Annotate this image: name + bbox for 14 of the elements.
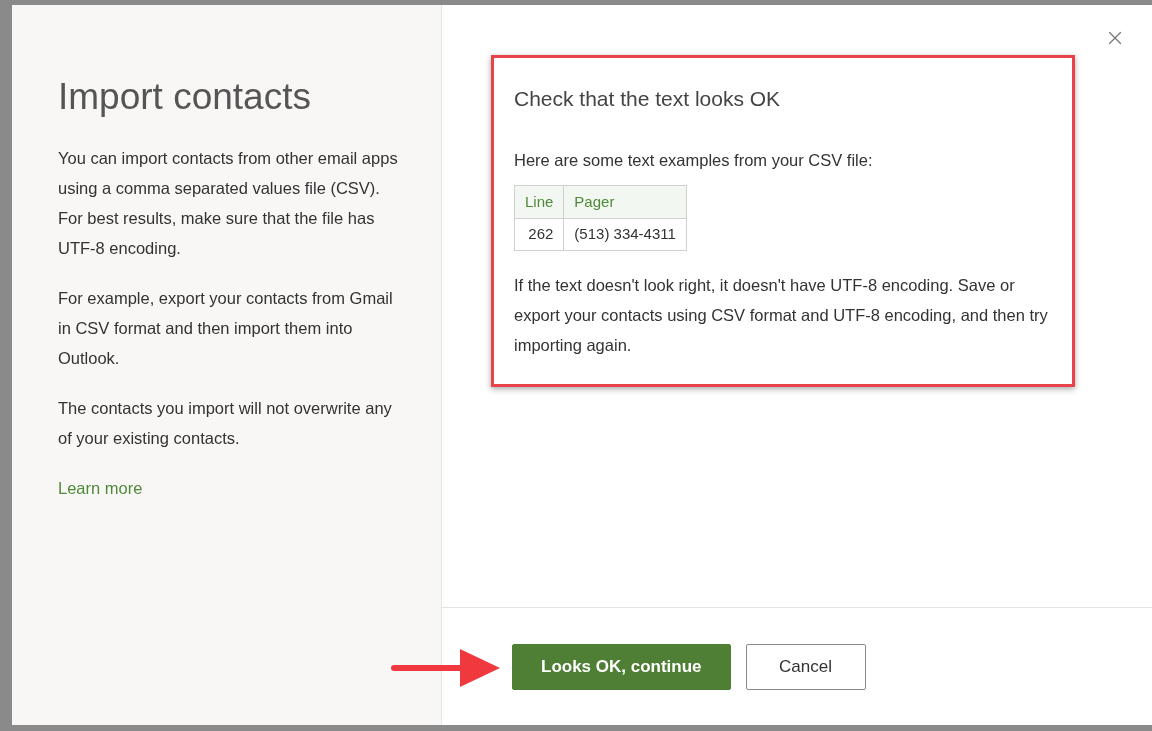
intro-text: Here are some text examples from your CSV file: [514, 150, 874, 171]
section-heading: Check that the text looks OK [514, 86, 782, 112]
description-text: You can import contacts from other email apps using a comma separated values file (CSV). For best results, make sure that the file has UTF-8 encoding. [58, 148, 399, 259]
description-text: The contacts you import will not overwrite any of your existing contacts. [58, 398, 393, 449]
column-header: Pager [563, 185, 687, 219]
learn-more-link[interactable]: Learn more [58, 479, 143, 497]
dialog-title: Import contacts [58, 75, 312, 119]
note-text: If the text doesn't look right, it doesn't have UTF-8 encoding. Save or export your contacts using CSV format and UTF-8 encoding, and then try importing again. [514, 275, 1049, 356]
table-cell: (513) 334-4311 [563, 218, 687, 251]
description-text: For example, export your contacts from Gmail in CSV format and then import them into Outlook. [58, 288, 394, 369]
cancel-button[interactable]: Cancel [745, 644, 866, 690]
continue-button[interactable]: Looks OK, continue [512, 644, 731, 690]
column-header: Line [514, 185, 564, 219]
table-cell: 262 [514, 218, 564, 251]
